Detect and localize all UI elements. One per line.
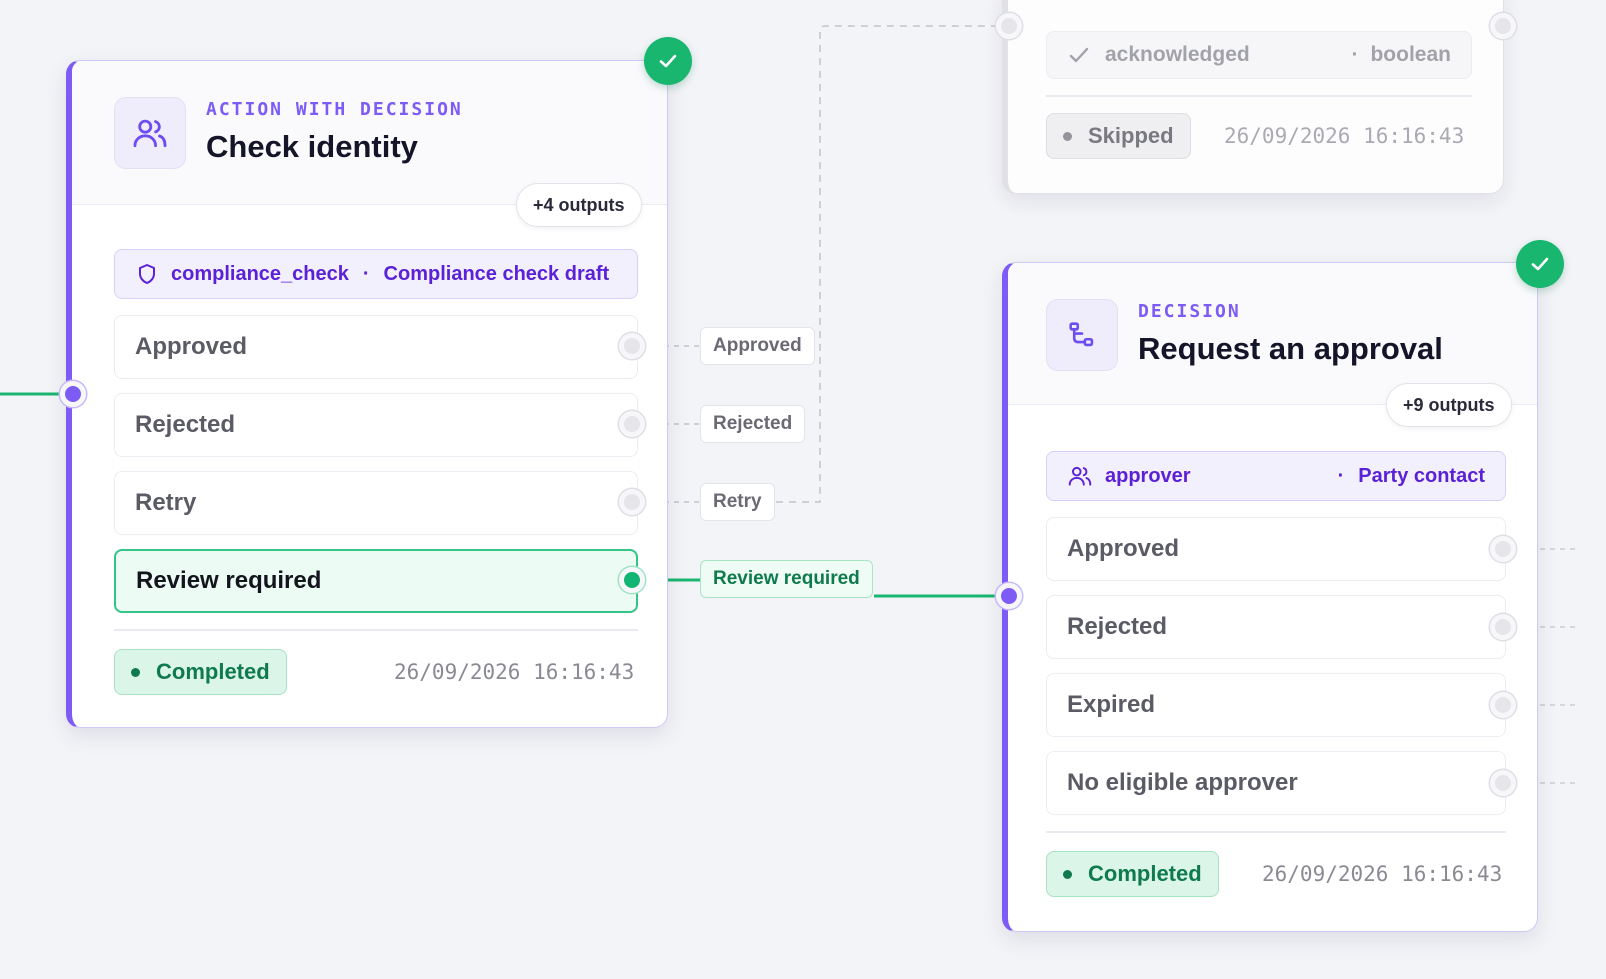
status-badge: Skipped: [1046, 113, 1191, 159]
field-type: boolean: [1370, 43, 1451, 66]
port-skipped-in[interactable]: [996, 13, 1022, 39]
tag-value: Compliance check draft: [383, 262, 610, 285]
edge-label-retry[interactable]: Retry: [700, 483, 775, 521]
tag-value: Party contact: [1358, 464, 1485, 487]
node-check-identity[interactable]: ACTION WITH DECISION Check identity +4 o…: [66, 60, 668, 728]
field-row: acknowledged · boolean: [1046, 31, 1472, 79]
divider: [114, 629, 638, 631]
outcome-row-retry[interactable]: Retry: [114, 471, 638, 535]
branch-icon: [1065, 318, 1099, 352]
timestamp: 26/09/2026 16:16:43: [1224, 124, 1465, 148]
node-title: Request an approval: [1138, 331, 1443, 366]
port-ra-no-eligible-approver[interactable]: [1490, 770, 1516, 796]
field-name: acknowledged: [1105, 43, 1250, 66]
node-title: Check identity: [206, 129, 418, 164]
port-request-approval-in[interactable]: [996, 583, 1022, 609]
outputs-pill[interactable]: +9 outputs: [1386, 383, 1512, 427]
status-badge: Completed: [114, 649, 287, 695]
outcome-row-rejected[interactable]: Rejected: [1046, 595, 1506, 659]
divider: [1046, 95, 1472, 97]
check-icon: [1067, 43, 1091, 67]
outputs-pill[interactable]: +4 outputs: [516, 183, 642, 227]
node-skipped[interactable]: acknowledged · boolean Skipped 26/09/202…: [1002, 0, 1504, 194]
timestamp: 26/09/2026 16:16:43: [394, 660, 635, 684]
data-tag: compliance_check · Compliance check draf…: [114, 249, 638, 299]
outcome-row-expired[interactable]: Expired: [1046, 673, 1506, 737]
timestamp: 26/09/2026 16:16:43: [1262, 862, 1503, 886]
edge-label-rejected[interactable]: Rejected: [700, 405, 806, 443]
port-ra-expired[interactable]: [1490, 692, 1516, 718]
tag-key: compliance_check: [171, 262, 349, 285]
status-badge: Completed: [1046, 851, 1219, 897]
outcome-row-review-required[interactable]: Review required: [114, 549, 638, 613]
port-approved[interactable]: [619, 333, 645, 359]
port-rejected[interactable]: [619, 411, 645, 437]
port-ra-rejected[interactable]: [1490, 614, 1516, 640]
wire-retry-route: [776, 25, 1005, 503]
completed-check-icon: [1516, 240, 1564, 288]
edge-label-approved[interactable]: Approved: [700, 327, 815, 365]
data-tag: approver · Party contact: [1046, 451, 1506, 501]
outcome-row-no-eligible-approver[interactable]: No eligible approver: [1046, 751, 1506, 815]
port-check-identity-in[interactable]: [60, 381, 86, 407]
port-retry[interactable]: [619, 489, 645, 515]
node-icon-tile: [114, 97, 186, 169]
shield-icon: [135, 262, 159, 286]
node-icon-tile: [1046, 299, 1118, 371]
divider: [1046, 831, 1506, 833]
node-type-label: DECISION: [1138, 301, 1241, 322]
outcome-row-approved[interactable]: Approved: [114, 315, 638, 379]
users-icon: [1067, 463, 1093, 489]
outcome-row-rejected[interactable]: Rejected: [114, 393, 638, 457]
port-skipped-out[interactable]: [1490, 13, 1516, 39]
node-request-approval[interactable]: DECISION Request an approval +9 outputs …: [1002, 262, 1538, 932]
port-review-required[interactable]: [619, 567, 645, 593]
users-icon: [131, 114, 169, 152]
port-ra-approved[interactable]: [1490, 536, 1516, 562]
edge-label-review-required[interactable]: Review required: [700, 560, 873, 598]
tag-key: approver: [1105, 464, 1191, 487]
outcome-row-approved[interactable]: Approved: [1046, 517, 1506, 581]
completed-check-icon: [644, 37, 692, 85]
node-type-label: ACTION WITH DECISION: [206, 99, 463, 120]
